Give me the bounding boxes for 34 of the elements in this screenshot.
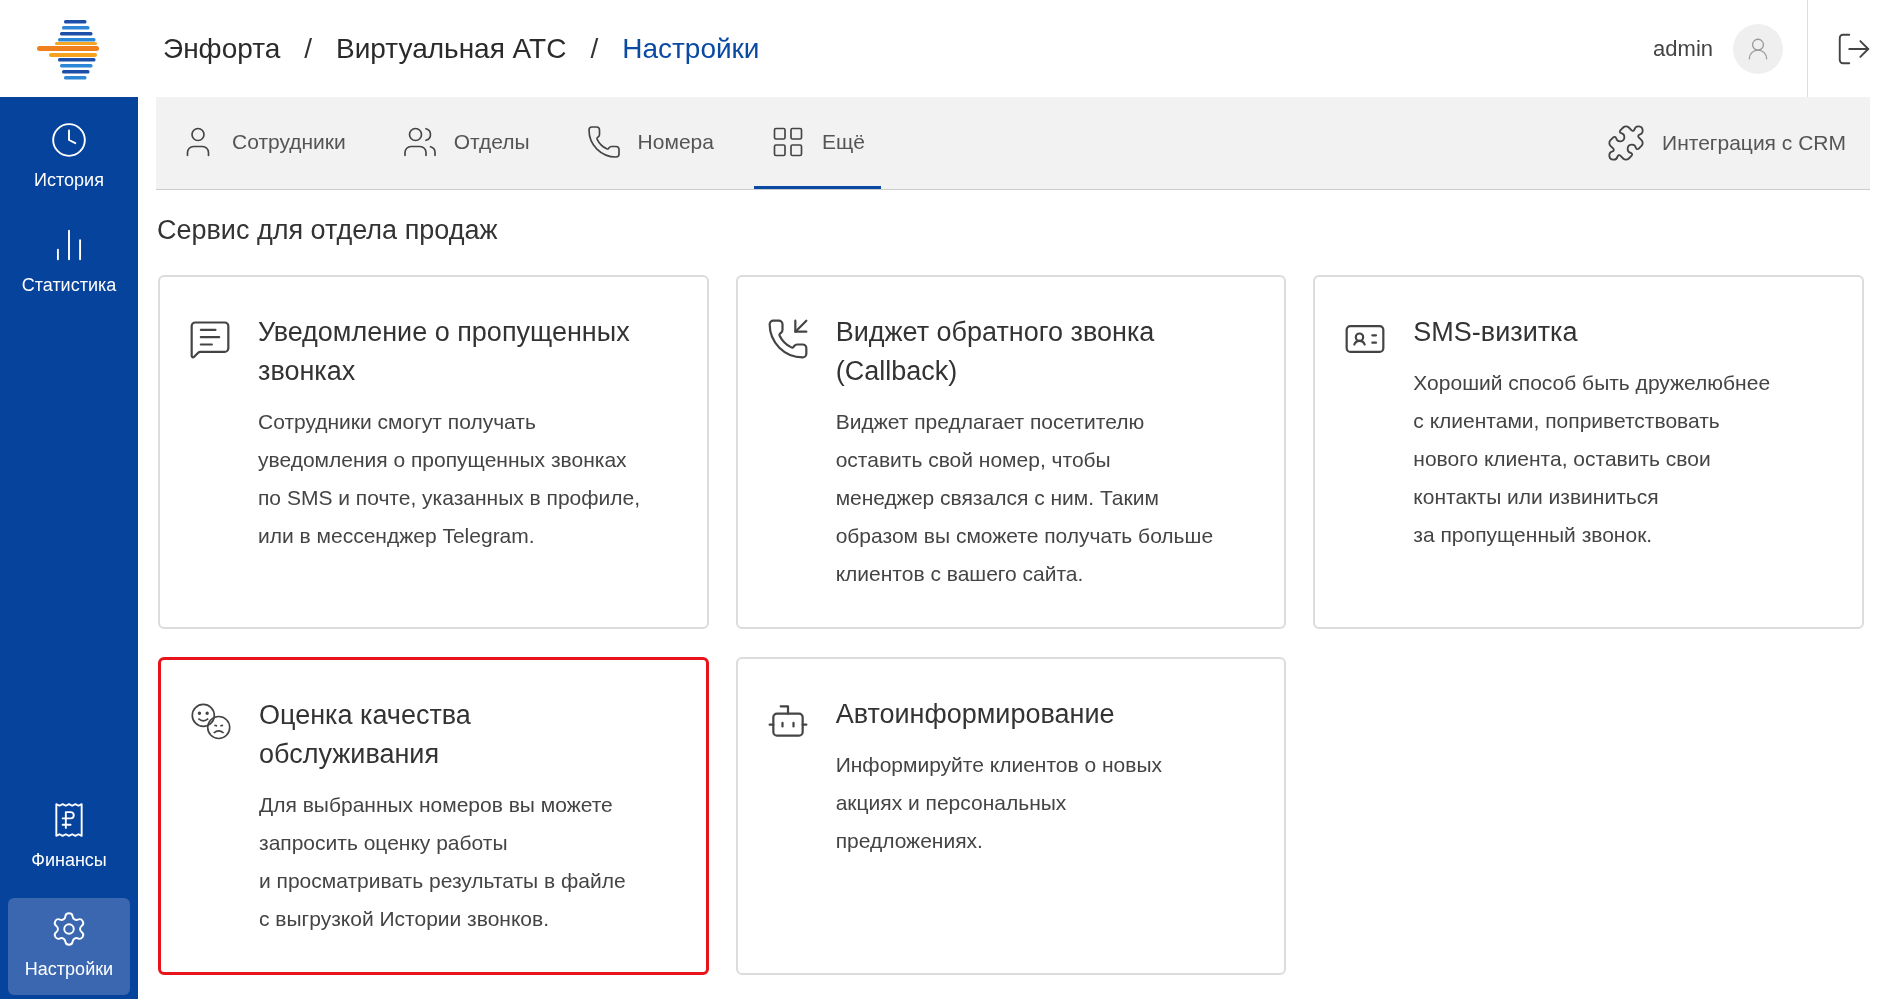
card-description: Сотрудники смогут получать уведомления о пропущенных звонках по SMS и почте, указанных в профиле, или в мессенджер Telegram.	[258, 408, 641, 549]
card-description: Информируйте клиентов о новых акциях и персональных предложениях.	[835, 751, 1162, 854]
breadcrumb-link[interactable]: Настройки	[622, 27, 760, 70]
service-card[interactable]: Виджет обратного звонка (Callback) Виджет предлагает посетителю оставить свой номер, чтобы менеджер связался с ним. Таким образом вы сможете получать больше клиентов с вашего сайта.	[735, 274, 1287, 629]
breadcrumb-link[interactable]: Энфорта	[163, 27, 281, 70]
breadcrumb-separator: /	[590, 31, 599, 66]
crm-link[interactable]: Интеграция с CRM	[1606, 97, 1846, 189]
breadcrumb-link[interactable]: Виртуальная АТС	[336, 27, 567, 70]
service-card[interactable]: Автоинформирование Информируйте клиентов о новых акциях и персональных предложениях.	[735, 656, 1287, 975]
nav-tab[interactable]: Номера	[569, 97, 730, 189]
card-title: Виджет обратного звонка (Callback)	[835, 315, 1156, 388]
sidebar-item[interactable]: Настройки	[8, 898, 130, 995]
clock-icon	[50, 121, 88, 159]
card-title: SMS-визитка	[1413, 315, 1579, 349]
user-name: admin	[1653, 35, 1713, 63]
section-title: Сервис для отдела продаж	[157, 214, 499, 247]
card-title: Автоинформирование	[835, 697, 1116, 731]
sidebar-item[interactable]: Финансы	[8, 789, 130, 886]
nav-tab[interactable]: Сотрудники	[164, 97, 362, 189]
nav-tab[interactable]: Ещё	[753, 97, 881, 189]
sidebar-item[interactable]: Статистика	[8, 214, 130, 311]
puzzle-icon	[1606, 123, 1647, 163]
card-description: Виджет предлагает посетителю оставить свой номер, чтобы менеджер связался с ним. Таким образом вы сможете получать больше клиентов с вашего сайта.	[835, 408, 1214, 587]
service-card[interactable]: Уведомление о пропущенных звонках Сотрудники смогут получать уведомления о пропущенных звонках по SMS и почте, указанных в профиле, или в мессенджер Telegram.	[158, 274, 709, 629]
phone-icon	[585, 123, 622, 160]
card-title: Уведомление о пропущенных звонках	[258, 315, 631, 388]
card-description: Хороший способ быть дружелюбнее с клиентами, поприветствовать нового клиента, оставить свои контакты или извиниться за пропущенный звонок.	[1413, 369, 1771, 548]
nav-tab[interactable]: Отделы	[385, 97, 546, 189]
breadcrumb-separator: /	[304, 31, 313, 66]
service-card[interactable]: Оценка качества обслуживания Для выбранных номеров вы можете запросить оценку работы и просматривать результаты в файле с выгрузкой Истории звонков.	[158, 656, 709, 975]
card-description: Для выбранных номеров вы можете запросить оценку работы и просматривать результаты в файле с выгрузкой Истории звонков.	[259, 791, 626, 932]
card-title: Оценка качества обслуживания	[259, 698, 472, 771]
service-card[interactable]: SMS-визитка Хороший способ быть дружелюбнее с клиентами, поприветствовать нового клиента, оставить свои контакты или извиниться за пропущенный звонок.	[1313, 274, 1864, 629]
sidebar-item[interactable]: История	[8, 109, 130, 206]
